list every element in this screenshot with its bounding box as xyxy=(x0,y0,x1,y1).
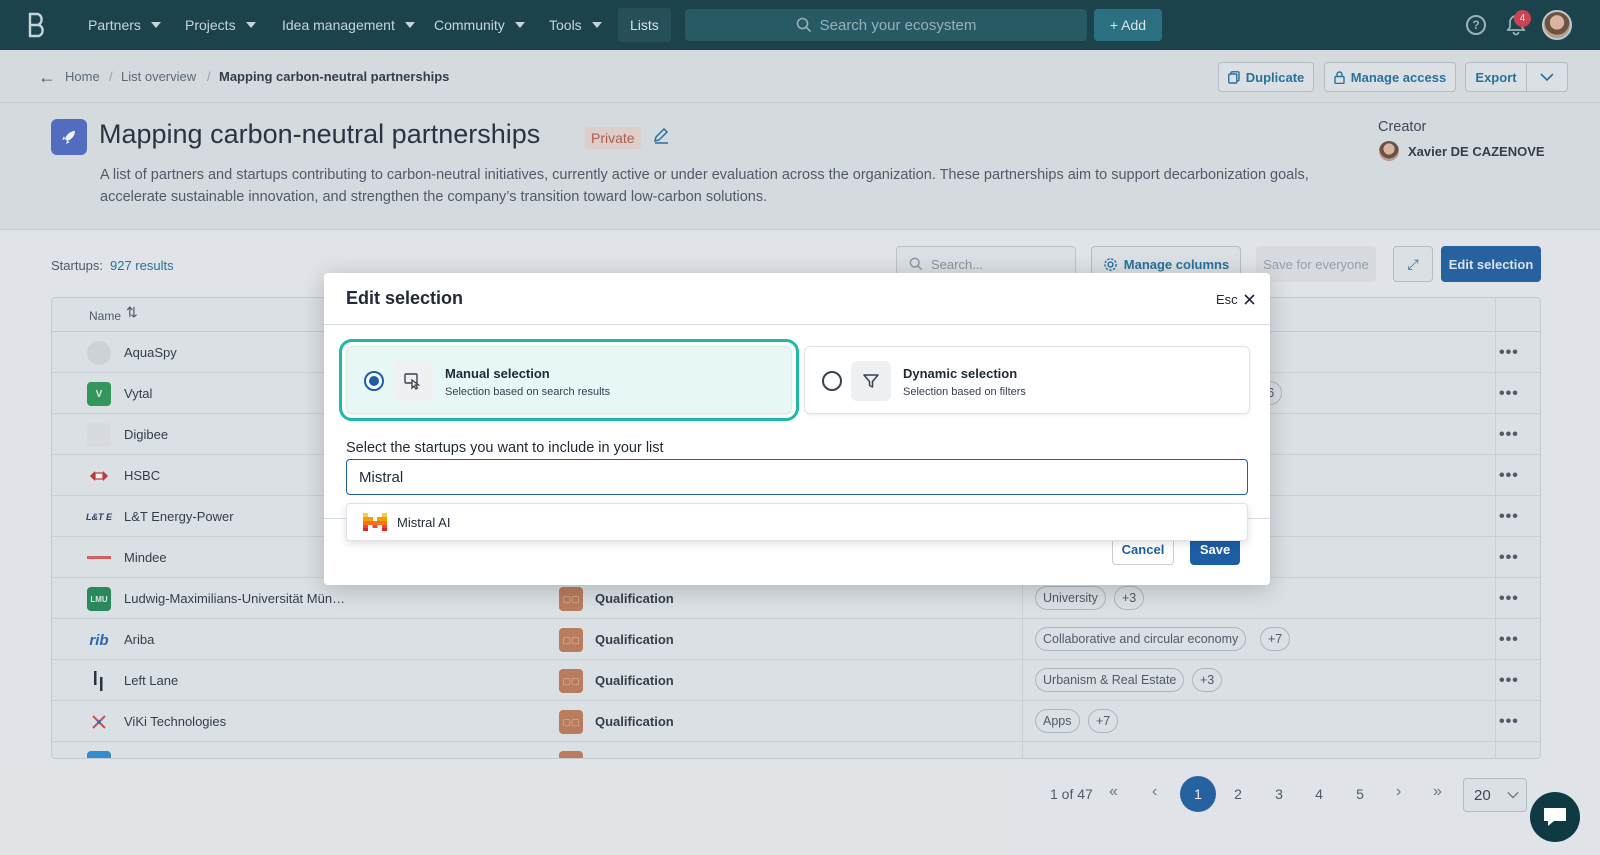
option-subtitle: Selection based on filters xyxy=(903,386,1026,398)
modal-title: Edit selection xyxy=(346,288,464,308)
manual-selection-option[interactable]: Manual selection Selection based on sear… xyxy=(339,339,799,421)
suggestion-label: Mistral AI xyxy=(397,514,451,530)
close-icon xyxy=(1244,294,1255,305)
mistral-logo-icon xyxy=(363,513,387,531)
filter-icon xyxy=(851,361,891,401)
radio-manual[interactable] xyxy=(364,371,384,391)
close-button[interactable]: Esc xyxy=(1216,292,1255,307)
radio-dynamic[interactable] xyxy=(822,371,842,391)
modal-divider xyxy=(324,324,1270,325)
hand-pointer-icon xyxy=(393,361,433,401)
esc-label: Esc xyxy=(1216,292,1238,307)
startup-search-input[interactable] xyxy=(346,459,1248,495)
suggestion-item[interactable]: Mistral AI xyxy=(346,503,1248,541)
dynamic-selection-option[interactable]: Dynamic selection Selection based on fil… xyxy=(804,346,1250,414)
startup-search-label: Select the startups you want to include … xyxy=(346,440,664,456)
chat-icon[interactable] xyxy=(1530,792,1580,842)
option-title: Dynamic selection xyxy=(903,366,1018,381)
option-subtitle: Selection based on search results xyxy=(445,386,611,398)
option-title: Manual selection xyxy=(445,366,550,381)
edit-selection-modal: Edit selection Esc Manual selection Sele… xyxy=(324,273,1270,585)
